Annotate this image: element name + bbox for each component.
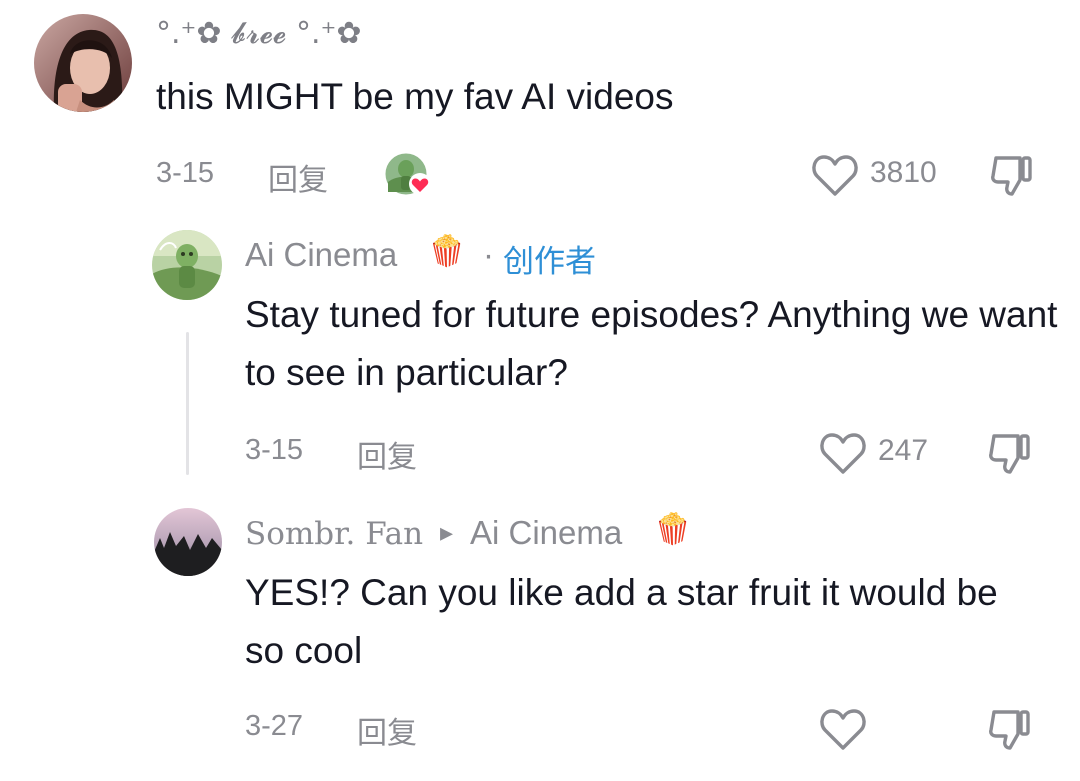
comment-username[interactable]: °.⁺✿ 𝓫𝓻𝓮𝓮 °.⁺✿: [156, 16, 362, 51]
comment-username[interactable]: Ai Cinema: [245, 236, 397, 274]
reply-button[interactable]: 回复: [357, 708, 417, 752]
like-count: 3810: [870, 156, 937, 189]
comment-date: 3-15: [156, 157, 215, 189]
creator-badge: 创作者: [503, 244, 596, 280]
comment-text: Stay tuned for future episodes? Anything…: [245, 294, 1058, 393]
like-icon[interactable]: [818, 706, 868, 752]
comment-date: 3-27: [245, 710, 304, 742]
reply-button[interactable]: 回复: [357, 432, 417, 476]
reply-button[interactable]: 回复: [268, 155, 328, 199]
thumbs-down-icon[interactable]: [988, 706, 1032, 752]
like-icon[interactable]: [818, 430, 868, 476]
reply-to-username[interactable]: Ai Cinema: [470, 514, 622, 552]
reply-arrow-icon: ▸: [440, 518, 454, 548]
like-count: 247: [878, 434, 929, 467]
creator-photo: [152, 230, 222, 300]
comment-date: 3-15: [245, 434, 304, 466]
comment-text: YES!? Can you like add a star fruit it w…: [245, 572, 998, 671]
thread-line: [186, 332, 189, 475]
user-photo: [154, 508, 222, 576]
avatar[interactable]: [154, 508, 222, 576]
separator: ·: [483, 236, 494, 273]
comment-username[interactable]: Sombr. Fan: [245, 516, 423, 552]
popcorn-emoji: 🍿: [428, 234, 466, 269]
avatar[interactable]: [34, 14, 132, 112]
comment-text: this MIGHT be my fav AI videos: [156, 76, 674, 117]
user-photo: [34, 14, 132, 112]
thumbs-down-icon[interactable]: [988, 430, 1032, 476]
like-icon[interactable]: [810, 152, 860, 198]
creator-liked-badge-icon: [384, 152, 434, 198]
popcorn-emoji: 🍿: [654, 512, 692, 547]
thumbs-down-icon[interactable]: [990, 152, 1034, 198]
avatar[interactable]: [152, 230, 222, 300]
